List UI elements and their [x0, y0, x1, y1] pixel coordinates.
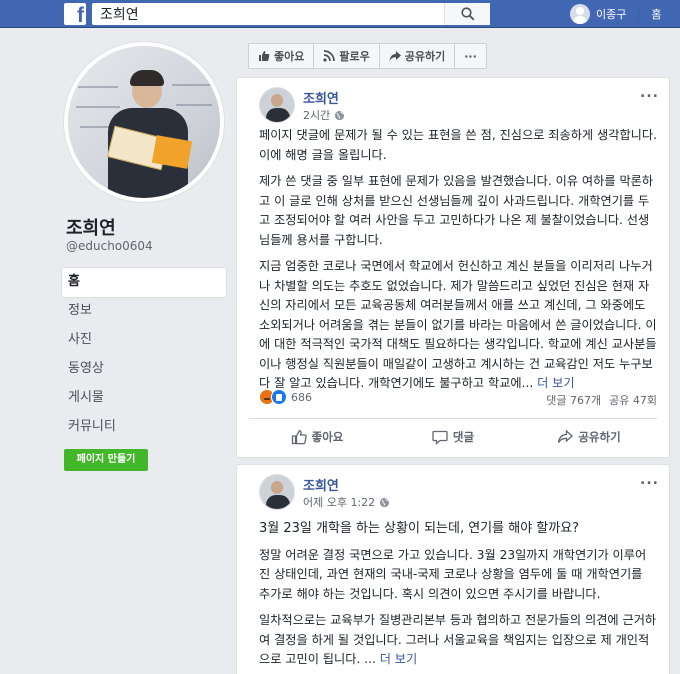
post-paragraph: 페이지 댓글에 문제가 될 수 있는 표현을 쓴 점, 진심으로 죄송하게 생각… — [259, 128, 657, 162]
book-cover — [151, 135, 193, 169]
reaction-summary[interactable]: 686 — [259, 389, 312, 405]
board-line — [78, 86, 118, 88]
share-label: 공유하기 — [578, 430, 621, 444]
page-action-bar: 좋아요 팔로우 공유하기 ··· — [248, 43, 487, 69]
page-nav: 홈 정보 사진 동영상 게시물 커뮤니티 — [62, 268, 226, 442]
nav-item-posts[interactable]: 게시물 — [62, 384, 226, 413]
nav-item-home[interactable]: 홈 — [62, 268, 226, 297]
board-line — [76, 106, 120, 108]
search-box — [92, 3, 490, 25]
avatar[interactable] — [259, 87, 295, 123]
follow-label: 팔로우 — [339, 50, 370, 63]
nav-item-community[interactable]: 커뮤니티 — [62, 413, 226, 442]
post-body: 페이지 댓글에 문제가 될 수 있는 표현을 쓴 점, 진심으로 죄송하게 생각… — [259, 126, 657, 401]
nav-item-about[interactable]: 정보 — [62, 297, 226, 326]
follow-button[interactable]: 팔로우 — [313, 43, 380, 69]
share-page-label: 공유하기 — [404, 50, 446, 63]
rss-icon — [323, 50, 336, 62]
reaction-count: 686 — [291, 390, 312, 404]
home-link[interactable]: 홈 — [651, 6, 661, 22]
divider — [249, 418, 657, 419]
globe-icon — [380, 497, 390, 507]
post-timestamp[interactable]: 2시간 — [303, 107, 345, 123]
search-input[interactable] — [92, 3, 442, 25]
comment-label: 댓글 — [452, 430, 475, 444]
share-count[interactable]: 공유 47회 — [609, 394, 657, 407]
post-author[interactable]: 조희연 — [303, 475, 339, 494]
see-more-link[interactable]: 더 보기 — [380, 652, 418, 666]
post-action-bar: 좋아요 댓글 공유하기 — [249, 422, 657, 452]
post-time-text: 어제 오후 1:22 — [303, 496, 376, 509]
post-paragraph: 3월 23일 개학을 하는 상황이 되는데, 연기를 해야 할까요? — [259, 521, 580, 536]
top-bar: f 이종구 홈 — [0, 0, 680, 28]
comment-icon — [432, 430, 448, 445]
facebook-logo[interactable]: f — [64, 3, 86, 27]
profile-picture[interactable] — [64, 42, 224, 202]
post-body: 3월 23일 개학을 하는 상황이 되는데, 연기를 해야 할까요? 정말 어려… — [259, 519, 657, 674]
post: 조희연 어제 오후 1:22 ... 3월 23일 개학을 하는 상황이 되는데… — [236, 464, 670, 674]
nav-item-photos[interactable]: 사진 — [62, 326, 226, 355]
comment-button[interactable]: 댓글 — [385, 422, 521, 452]
share-button[interactable]: 공유하기 — [521, 422, 657, 452]
board-line — [172, 84, 212, 86]
create-page-button[interactable]: 페이지 만들기 — [64, 449, 148, 471]
see-more-link[interactable]: 더 보기 — [537, 376, 575, 390]
post-paragraph: 지금 엄중한 코로나 국면에서 학교에서 헌신하고 계신 분들을 이리저리 나누… — [259, 257, 657, 394]
like-reaction-icon — [271, 389, 287, 405]
share-arrow-icon — [389, 51, 401, 61]
post-paragraph: 제가 쓴 댓글 중 일부 표현에 문제가 있음을 발견했습니다. 이유 여하를 … — [259, 174, 654, 247]
person-hair — [130, 70, 164, 86]
divider — [638, 7, 640, 21]
user-name: 이종구 — [596, 8, 627, 21]
post-paragraph: 일차적으로는 교육부가 질병관리본부 등과 협의하고 전문가들의 의견에 근거하… — [259, 611, 657, 670]
page-handle[interactable]: @educho0604 — [66, 239, 153, 253]
post-timestamp[interactable]: 어제 오후 1:22 — [303, 494, 390, 510]
more-icon: ··· — [464, 49, 477, 63]
like-page-button[interactable]: 좋아요 — [248, 43, 315, 69]
avatar[interactable] — [259, 474, 295, 510]
board-line — [176, 104, 212, 106]
like-button[interactable]: 좋아요 — [249, 422, 385, 452]
post-time-text: 2시간 — [303, 109, 331, 122]
post-stats: 댓글 767개 공유 47회 — [538, 392, 657, 408]
search-icon — [461, 7, 475, 21]
avatar — [570, 4, 590, 24]
thumbs-up-icon — [259, 51, 270, 61]
globe-icon — [335, 110, 345, 120]
nav-item-videos[interactable]: 동영상 — [62, 355, 226, 384]
user-profile-link[interactable]: 이종구 홈 — [570, 3, 662, 25]
post-options-icon[interactable]: ... — [640, 86, 659, 100]
share-page-button[interactable]: 공유하기 — [378, 43, 456, 69]
share-arrow-icon — [558, 429, 574, 443]
thumbs-up-icon — [291, 430, 307, 445]
post-author[interactable]: 조희연 — [303, 88, 339, 107]
comment-count[interactable]: 댓글 767개 — [546, 394, 601, 407]
like-label: 좋아요 — [311, 430, 344, 444]
post-paragraph: 정말 어려운 결정 국면으로 가고 있습니다. 3월 23일까지 개학연기가 이… — [259, 547, 647, 601]
post-paragraph-text: 일차적으로는 교육부가 질병관리본부 등과 협의하고 전문가들의 의견에 근거하… — [259, 613, 657, 666]
more-options-button[interactable]: ··· — [454, 43, 487, 69]
like-page-label: 좋아요 — [274, 50, 305, 63]
post-paragraph-text: 지금 엄중한 코로나 국면에서 학교에서 헌신하고 계신 분들을 이리저리 나누… — [259, 259, 657, 390]
post-options-icon[interactable]: ... — [640, 473, 659, 487]
search-button[interactable] — [444, 3, 490, 25]
page-title: 조희연 — [66, 218, 116, 239]
post: 조희연 2시간 ... 페이지 댓글에 문제가 될 수 있는 표현을 쓴 점, … — [236, 77, 670, 458]
